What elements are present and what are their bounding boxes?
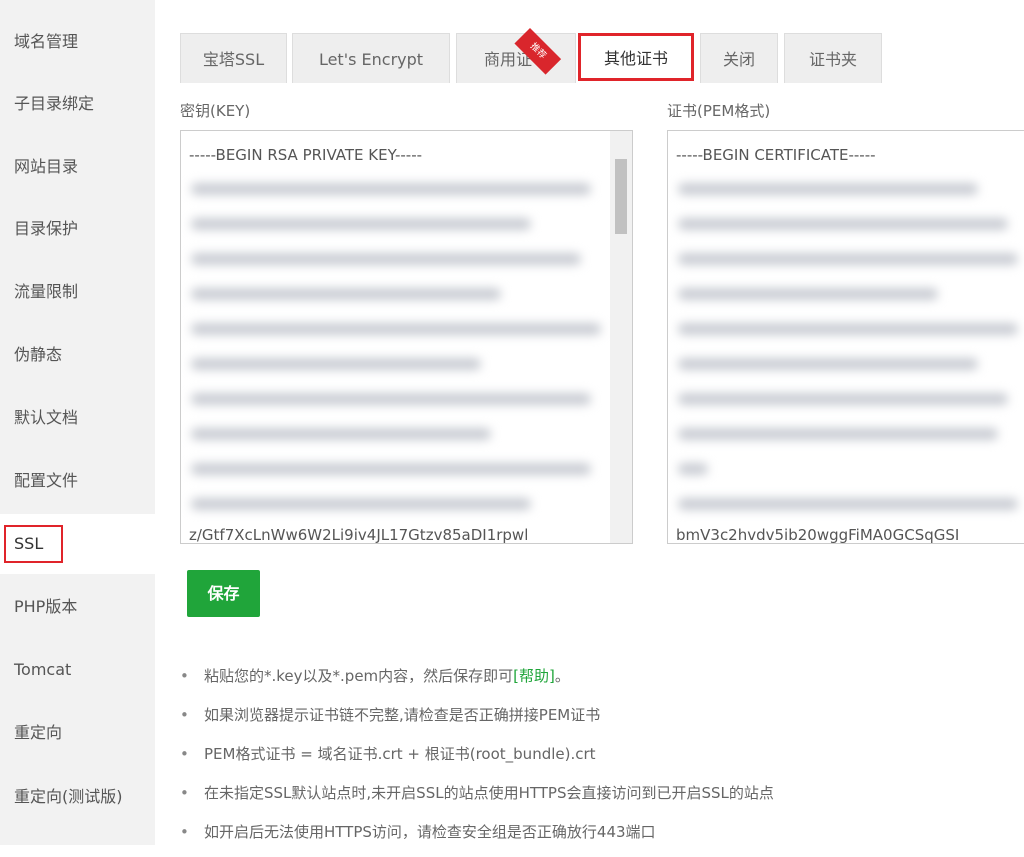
sidebar-item-default-doc[interactable]: 默认文档 — [0, 388, 155, 448]
tip-item: 在未指定SSL默认站点时,未开启SSL的站点使用HTTPS会直接访问到已开启SS… — [180, 779, 774, 818]
sidebar: 域名管理 子目录绑定 网站目录 目录保护 流量限制 伪静态 默认文档 配置文件 … — [0, 0, 155, 845]
save-button[interactable]: 保存 — [187, 570, 260, 617]
tip-item: 如开启后无法使用HTTPS访问，请检查安全组是否正确放行443端口 — [180, 818, 774, 857]
sidebar-item-php[interactable]: PHP版本 — [0, 577, 155, 637]
key-label: 密钥(KEY) — [180, 102, 251, 120]
help-link[interactable]: [帮助] — [513, 667, 555, 685]
tab-baota-ssl[interactable]: 宝塔SSL — [180, 33, 287, 83]
sidebar-item-domain[interactable]: 域名管理 — [0, 12, 155, 72]
sidebar-item-subdir[interactable]: 子目录绑定 — [0, 74, 155, 134]
key-scrollbar[interactable] — [610, 131, 632, 543]
sidebar-item-redirect-beta[interactable]: 重定向(测试版) — [0, 767, 155, 827]
cert-first-line: -----BEGIN CERTIFICATE----- — [676, 146, 876, 164]
sidebar-item-config[interactable]: 配置文件 — [0, 451, 155, 511]
sidebar-item-tomcat[interactable]: Tomcat — [0, 640, 155, 700]
sidebar-item-ssl[interactable]: SSL — [0, 514, 155, 574]
tips-list: 粘贴您的*.key以及*.pem内容，然后保存即可[帮助]。 如果浏览器提示证书… — [180, 662, 774, 857]
key-last-line: z/Gtf7XcLnWw6W2Li9iv4JL17Gtzv85aDI1rpwl — [189, 526, 529, 544]
sidebar-item-traffic[interactable]: 流量限制 — [0, 262, 155, 322]
cert-label: 证书(PEM格式) — [667, 102, 771, 120]
sidebar-item-site-dir[interactable]: 网站目录 — [0, 137, 155, 197]
cert-textarea[interactable]: -----BEGIN CERTIFICATE----- bmV3c2hvdv5i… — [667, 130, 1024, 544]
tab-other-cert[interactable]: 其他证书 — [578, 33, 694, 81]
key-first-line: -----BEGIN RSA PRIVATE KEY----- — [189, 146, 423, 164]
tip-item: 粘贴您的*.key以及*.pem内容，然后保存即可[帮助]。 — [180, 662, 774, 701]
tab-close[interactable]: 关闭 — [700, 33, 778, 83]
scroll-thumb[interactable] — [615, 159, 627, 234]
tip-text: 。 — [554, 667, 570, 685]
cert-last-line: bmV3c2hvdv5ib20wggFiMA0GCSqGSI — [676, 526, 960, 544]
sidebar-item-rewrite[interactable]: 伪静态 — [0, 325, 155, 385]
sidebar-item-redirect[interactable]: 重定向 — [0, 703, 155, 763]
tip-item: 如果浏览器提示证书链不完整,请检查是否正确拼接PEM证书 — [180, 701, 774, 740]
tab-lets-encrypt[interactable]: Let's Encrypt — [292, 33, 450, 83]
tab-cert-folder[interactable]: 证书夹 — [784, 33, 882, 83]
sidebar-item-label: SSL — [4, 525, 64, 563]
key-textarea[interactable]: -----BEGIN RSA PRIVATE KEY----- z/Gtf7Xc… — [180, 130, 633, 544]
tip-text: 粘贴您的*.key以及*.pem内容，然后保存即可 — [204, 667, 514, 685]
sidebar-item-dir-protect[interactable]: 目录保护 — [0, 199, 155, 259]
tip-item: PEM格式证书 = 域名证书.crt + 根证书(root_bundle).cr… — [180, 740, 774, 779]
